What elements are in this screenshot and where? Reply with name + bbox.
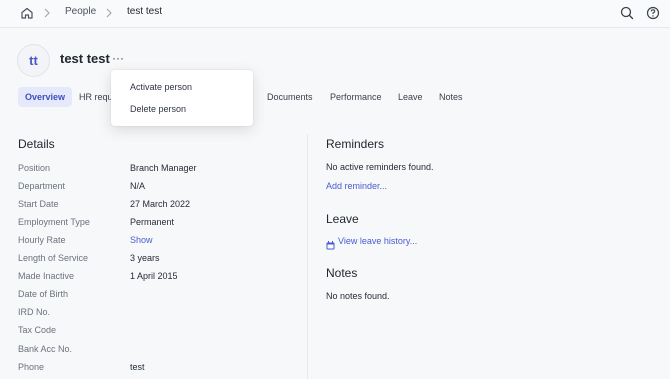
reminders-empty-text: No active reminders found. [326, 162, 434, 172]
detail-label: Bank Acc No. [18, 344, 73, 354]
person-actions-menu: Activate person Delete person [111, 70, 253, 126]
help-icon[interactable] [644, 4, 662, 22]
show-hourly-rate-link[interactable]: Show [130, 235, 153, 245]
detail-label: Start Date [18, 199, 59, 209]
delete-person-menu-item[interactable]: Delete person [130, 104, 186, 114]
detail-label: Hourly Rate [18, 235, 66, 245]
detail-value-made-inactive: 1 April 2015 [130, 271, 178, 281]
search-icon[interactable] [618, 4, 636, 22]
breadcrumb-current: test test [127, 6, 163, 17]
tab-notes[interactable]: Notes [439, 87, 463, 107]
detail-label: Length of Service [18, 253, 89, 263]
view-leave-history-link[interactable]: View leave history... [338, 236, 417, 246]
tab-overview[interactable]: Overview [18, 87, 73, 107]
detail-value-position: Branch Manager [130, 163, 197, 173]
detail-label: Employment Type [18, 217, 90, 227]
more-options-button[interactable]: ··· [111, 50, 125, 66]
detail-label: Position [18, 163, 51, 173]
detail-value-employment-type: Permanent [130, 217, 175, 227]
detail-value-department: N/A [130, 181, 146, 191]
add-reminder-link[interactable]: Add reminder... [326, 181, 387, 191]
tab-performance[interactable]: Performance [330, 87, 382, 107]
notes-empty-text: No notes found. [326, 291, 390, 301]
tab-leave[interactable]: Leave [398, 87, 423, 107]
avatar: tt [17, 44, 50, 77]
column-divider [307, 134, 308, 379]
detail-label: IRD No. [18, 307, 51, 317]
detail-value-phone: test [130, 362, 145, 372]
leave-title: Leave [326, 212, 359, 226]
chevron-right-icon [42, 6, 52, 20]
notes-title: Notes [326, 266, 358, 280]
calendar-icon [326, 237, 335, 250]
tab-hr-requests[interactable]: HR requ [79, 87, 113, 107]
detail-value-start-date: 27 March 2022 [130, 199, 191, 209]
breadcrumb-people[interactable]: People [65, 6, 96, 17]
activate-person-menu-item[interactable]: Activate person [130, 82, 192, 92]
reminders-title: Reminders [326, 137, 385, 151]
details-title: Details [18, 137, 55, 151]
detail-label: Phone [18, 362, 45, 372]
detail-label: Department [18, 181, 66, 191]
detail-label: Tax Code [18, 325, 57, 335]
detail-label: Made Inactive [18, 271, 75, 281]
detail-label: Date of Birth [18, 289, 69, 299]
top-bar: People test test [0, 0, 670, 28]
page-title: test test [60, 51, 110, 66]
tab-documents[interactable]: Documents [267, 87, 313, 107]
detail-value-length-of-service: 3 years [130, 253, 160, 263]
chevron-right-icon [104, 6, 114, 20]
avatar-initials: tt [29, 53, 38, 68]
home-icon[interactable] [19, 5, 35, 21]
